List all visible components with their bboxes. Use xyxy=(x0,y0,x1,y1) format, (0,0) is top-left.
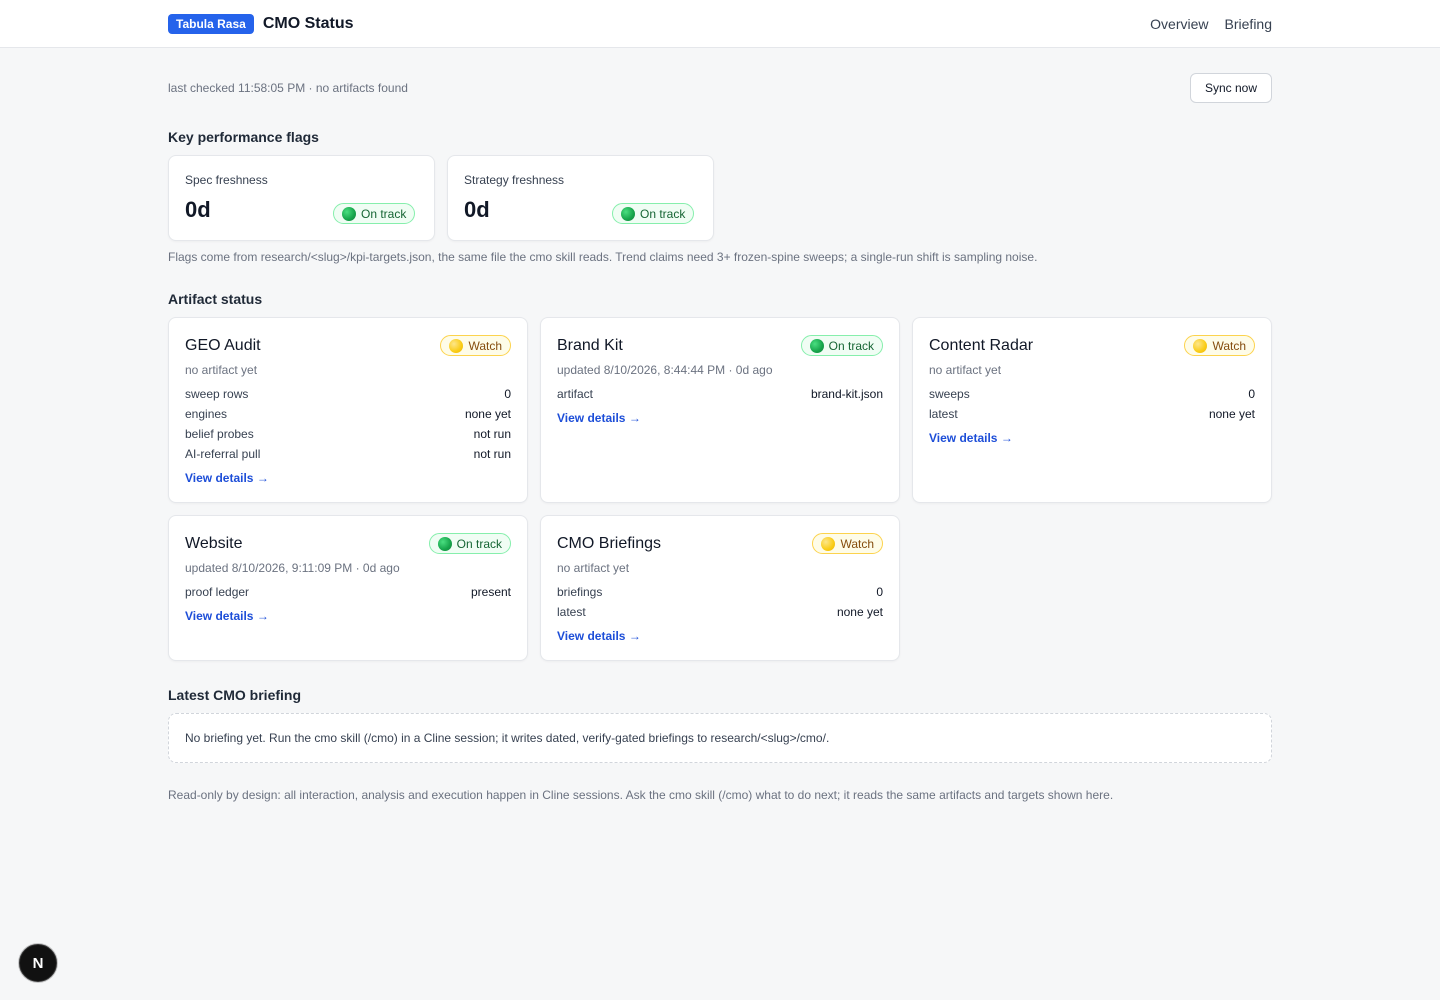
artifact-card-website: Website On track updated 8/10/2026, 9:11… xyxy=(168,515,528,661)
metric-value: 0 xyxy=(876,585,883,599)
briefing-empty-state: No briefing yet. Run the cmo skill (/cmo… xyxy=(168,713,1272,763)
view-details-link[interactable]: View details → xyxy=(185,609,269,623)
n-logo-glyph: N xyxy=(33,955,44,972)
kpi-value: 0d xyxy=(185,197,211,222)
briefing-empty-text: No briefing yet. Run the cmo skill (/cmo… xyxy=(185,731,830,745)
metric-value: none yet xyxy=(1208,407,1255,421)
kpi-label: Spec freshness xyxy=(185,173,268,187)
metric-row: latest none yet xyxy=(929,407,1255,421)
footer-note: Read-only by design: all interaction, an… xyxy=(168,788,1114,802)
artifact-section-title: Artifact status xyxy=(168,291,263,307)
card-subtitle: no artifact yet xyxy=(185,363,258,377)
artifact-card-content-radar: Content Radar Watch no artifact yet swee… xyxy=(912,317,1272,503)
green-dot-icon xyxy=(437,536,452,551)
card-title: Brand Kit xyxy=(557,337,623,354)
status-badge-label: Watch xyxy=(468,338,502,353)
metric-row: engines none yet xyxy=(185,407,511,421)
card-title: Website xyxy=(185,535,243,552)
card-subtitle: no artifact yet xyxy=(929,363,1002,377)
metric-key: AI-referral pull xyxy=(185,447,261,461)
briefing-section-title: Latest CMO briefing xyxy=(168,687,302,703)
metric-key: proof ledger xyxy=(185,585,250,599)
status-badge: On track xyxy=(428,533,511,554)
view-details-link[interactable]: View details → xyxy=(929,431,1013,445)
nav-briefing-link[interactable]: Briefing xyxy=(1225,16,1272,32)
metric-key: belief probes xyxy=(185,427,254,441)
status-badge: On track xyxy=(800,335,883,356)
card-subtitle: updated 8/10/2026, 8:44:44 PM · 0d ago xyxy=(557,363,773,377)
metric-key: sweep rows xyxy=(185,387,249,401)
kpi-value: 0d xyxy=(464,197,490,222)
kpi-card-strategy-freshness: Strategy freshness 0d On track xyxy=(447,155,714,241)
metric-value: present xyxy=(470,585,511,599)
page-title: CMO Status xyxy=(262,15,354,32)
view-details-link[interactable]: View details → xyxy=(185,471,269,485)
status-badge: Watch xyxy=(812,533,883,554)
card-title: GEO Audit xyxy=(185,337,261,354)
card-title: CMO Briefings xyxy=(557,535,662,552)
metric-value: 0 xyxy=(1248,387,1255,401)
green-dot-icon xyxy=(342,206,356,221)
metric-row: artifact brand-kit.json xyxy=(557,387,883,401)
artifact-card-cmo-briefings: CMO Briefings Watch no artifact yet brie… xyxy=(540,515,900,661)
metric-key: artifact xyxy=(557,387,594,401)
green-dot-icon xyxy=(809,338,824,353)
kpi-card-spec-freshness: Spec freshness 0d On track xyxy=(168,155,435,241)
kpi-label: Strategy freshness xyxy=(464,173,565,187)
status-badge-label: On track xyxy=(361,206,407,221)
metric-value: not run xyxy=(473,427,511,441)
card-subtitle: no artifact yet xyxy=(557,561,630,575)
artifact-card-geo-audit: GEO Audit Watch no artifact yet sweep ro… xyxy=(168,317,528,503)
status-badge: On track xyxy=(612,203,695,224)
metric-key: sweeps xyxy=(929,387,970,401)
yellow-dot-icon xyxy=(821,536,836,551)
status-badge: Watch xyxy=(1184,335,1255,356)
kpi-section-title: Key performance flags xyxy=(168,129,319,145)
metric-value: brand-kit.json xyxy=(810,387,883,401)
yellow-dot-icon xyxy=(449,338,464,353)
metric-row: latest none yet xyxy=(557,605,883,619)
view-details-link[interactable]: View details → xyxy=(557,629,641,643)
metric-value: none yet xyxy=(836,605,883,619)
last-checked-status: last checked 11:58:05 PM · no artifacts … xyxy=(168,81,408,95)
status-badge: Watch xyxy=(440,335,511,356)
status-badge: On track xyxy=(333,203,416,224)
metric-row: sweep rows 0 xyxy=(185,387,511,401)
green-dot-icon xyxy=(621,206,635,221)
kpi-note: Flags come from research/<slug>/kpi-targ… xyxy=(168,250,1038,264)
nav-overview-link[interactable]: Overview xyxy=(1150,16,1208,32)
metric-row: AI-referral pull not run xyxy=(185,447,511,461)
metric-row: proof ledger present xyxy=(185,585,511,599)
artifact-card-brand-kit: Brand Kit On track updated 8/10/2026, 8:… xyxy=(540,317,900,503)
metric-row: sweeps 0 xyxy=(929,387,1255,401)
status-badge-label: On track xyxy=(456,536,502,551)
metric-key: engines xyxy=(185,407,228,421)
metric-key: briefings xyxy=(557,585,603,599)
top-bar: Tabula Rasa CMO Status Overview Briefing xyxy=(0,0,1440,48)
metric-row: briefings 0 xyxy=(557,585,883,599)
card-subtitle: updated 8/10/2026, 9:11:09 PM · 0d ago xyxy=(185,561,400,575)
metric-value: not run xyxy=(473,447,511,461)
metric-key: latest xyxy=(929,407,958,421)
metric-row: belief probes not run xyxy=(185,427,511,441)
metric-value: none yet xyxy=(464,407,511,421)
status-badge-label: On track xyxy=(640,206,686,221)
brand-badge: Tabula Rasa xyxy=(168,14,254,34)
n-logo-icon: N xyxy=(33,955,44,972)
metric-value: 0 xyxy=(504,387,511,401)
yellow-dot-icon xyxy=(1193,338,1208,353)
view-details-link[interactable]: View details → xyxy=(557,411,641,425)
status-badge-label: On track xyxy=(828,338,874,353)
metric-key: latest xyxy=(557,605,586,619)
status-badge-label: Watch xyxy=(1212,338,1246,353)
dev-tools-button[interactable]: N xyxy=(19,944,57,982)
top-nav: Overview Briefing xyxy=(1150,16,1272,32)
sync-now-button[interactable]: Sync now xyxy=(1190,73,1272,103)
status-badge-label: Watch xyxy=(840,536,874,551)
brand: Tabula Rasa CMO Status xyxy=(168,14,353,34)
card-title: Content Radar xyxy=(929,337,1034,354)
